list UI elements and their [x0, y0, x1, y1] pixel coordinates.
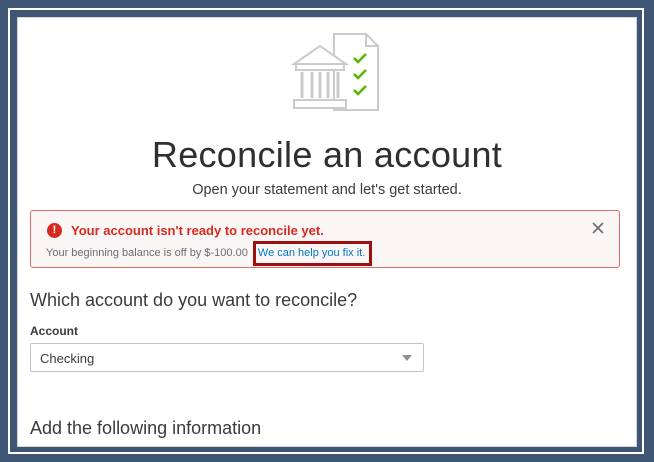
chevron-down-icon — [402, 355, 412, 361]
account-select-value: Checking — [40, 351, 95, 366]
info-heading: Add the following information — [30, 418, 262, 438]
error-icon: ! — [47, 223, 62, 238]
bank-checklist-icon — [290, 33, 379, 111]
close-icon[interactable] — [591, 221, 605, 235]
page-title: Reconcile an account — [151, 134, 503, 175]
reconcile-panel: Reconcile an account Open your statement… — [17, 17, 637, 447]
fix-it-link[interactable]: We can help you fix it. — [252, 241, 373, 266]
alert-message: Your beginning balance is off by $-100.0… — [46, 247, 248, 259]
alert-title: Your account isn't ready to reconcile ye… — [71, 223, 324, 238]
account-select[interactable]: Checking — [30, 343, 424, 372]
alert-body: Your beginning balance is off by $-100.0… — [46, 241, 373, 266]
account-label: Account — [30, 324, 78, 338]
page-subtitle: Open your statement and let's get starte… — [192, 182, 462, 198]
account-question: Which account do you want to reconcile? — [30, 290, 358, 310]
error-alert: ! Your account isn't ready to reconcile … — [30, 210, 620, 268]
